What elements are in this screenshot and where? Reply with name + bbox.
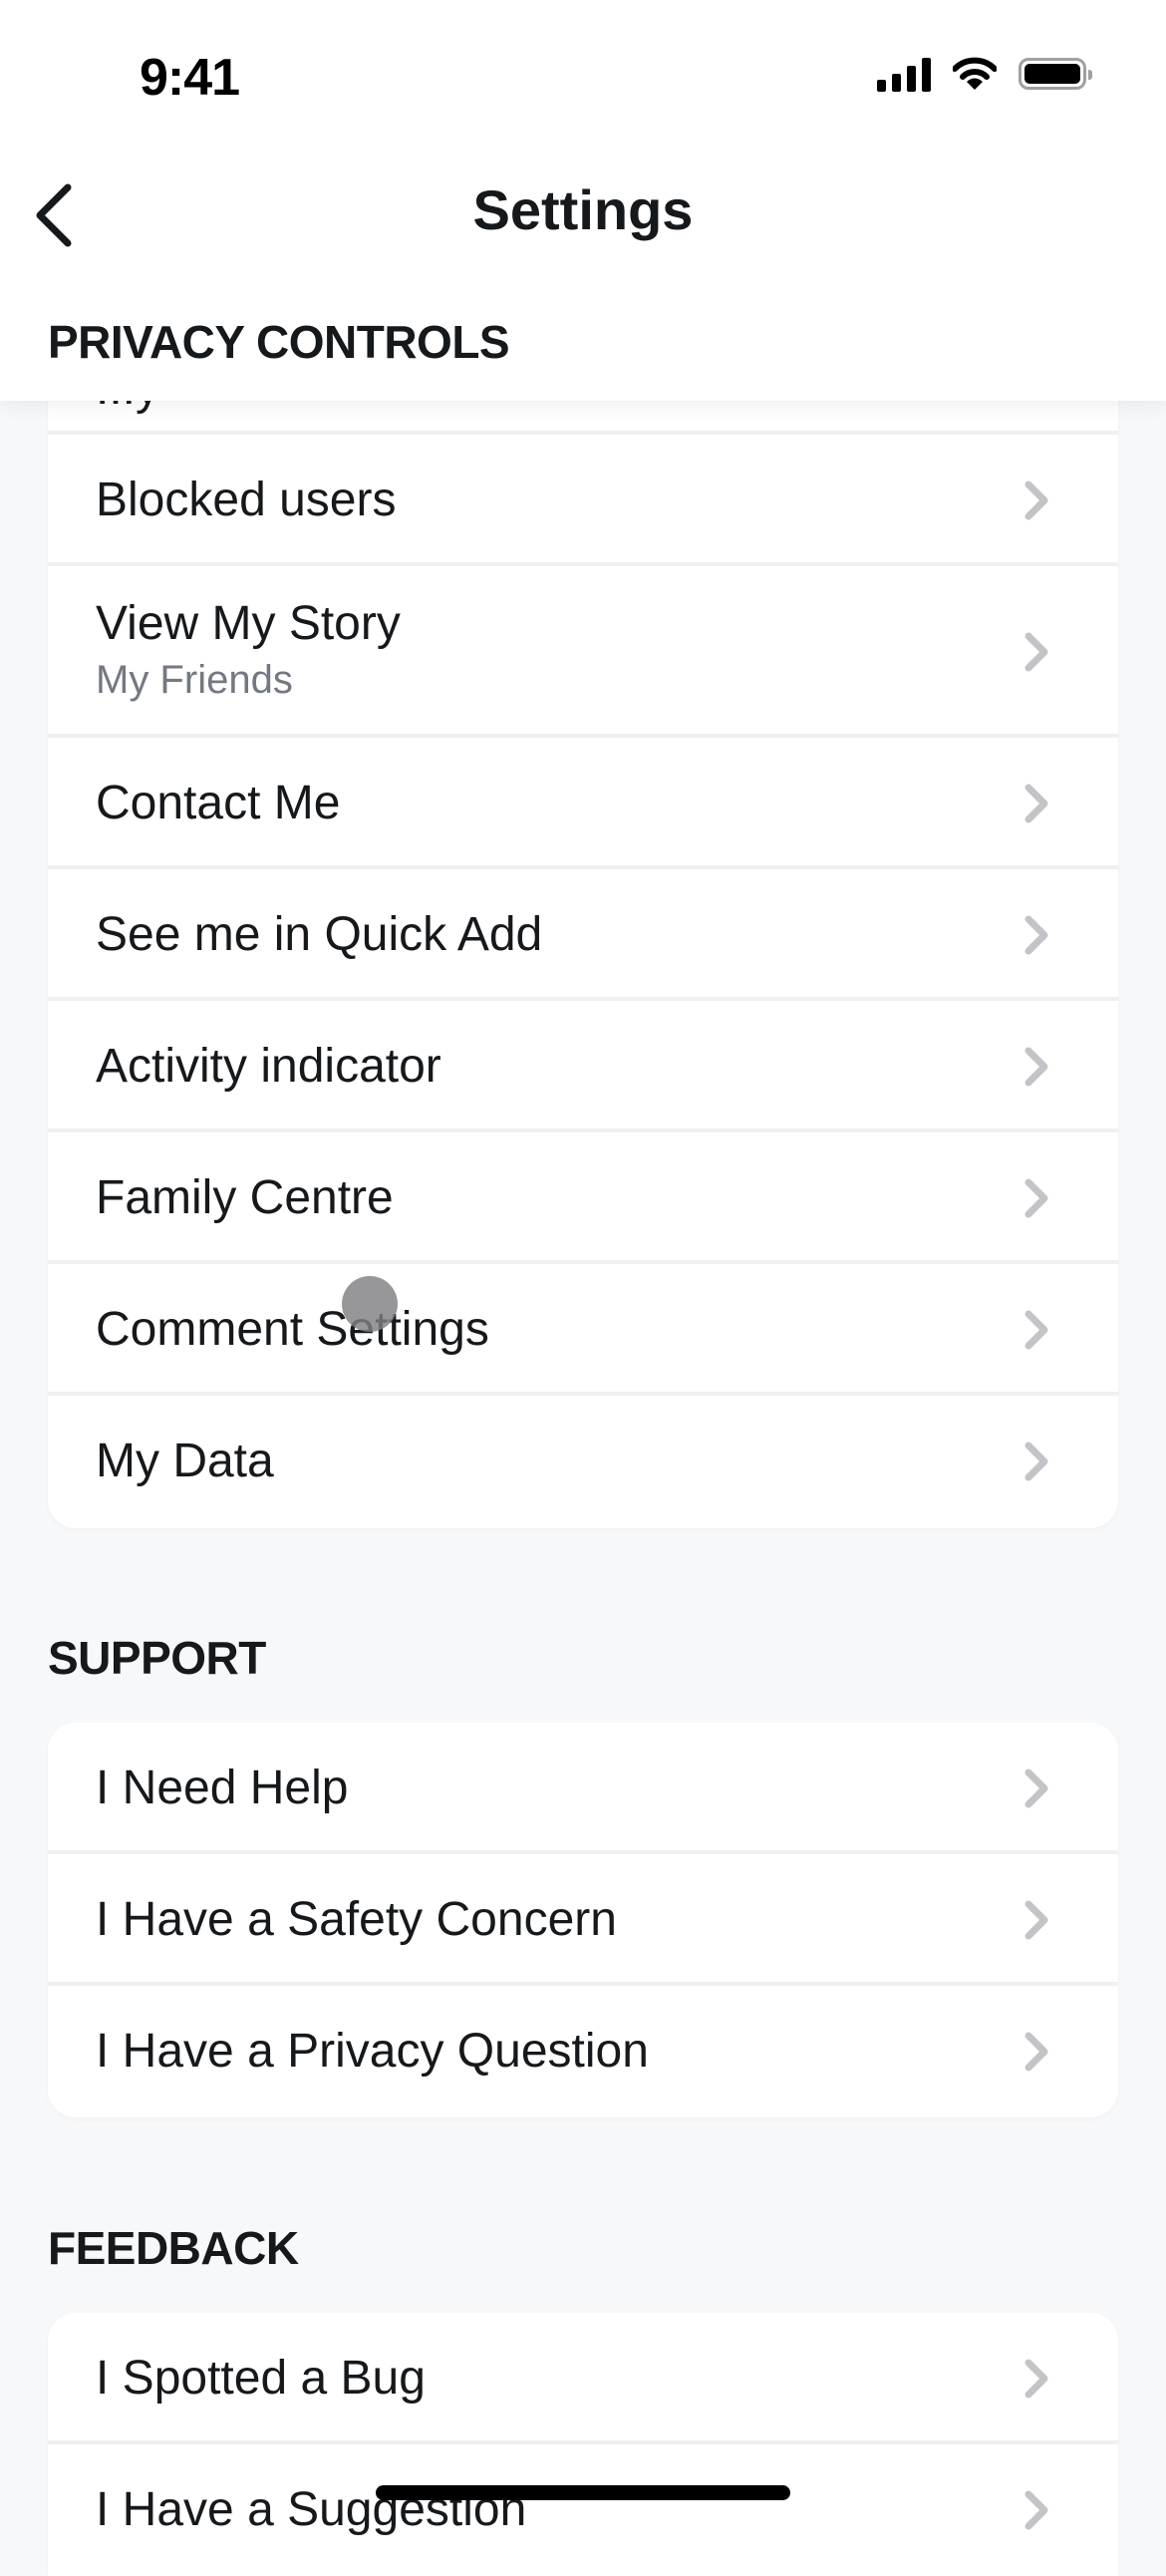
status-time: 9:41 [140, 49, 240, 107]
list-item-view-my-story[interactable]: View My Story My Friends [48, 566, 1118, 738]
list-item-family-centre[interactable]: Family Centre [48, 1132, 1118, 1264]
support-card: I Need Help I Have a Safety Concern I Ha… [48, 1723, 1118, 2117]
chevron-right-icon [1020, 1045, 1052, 1089]
chevron-right-icon [1020, 1767, 1052, 1810]
list-item-quick-add[interactable]: See me in Quick Add [48, 869, 1118, 1001]
nav-header: 9:41 Settings PRIVACY CONTROLS [0, 0, 1166, 401]
cellular-signal-icon [877, 56, 931, 92]
section-title-support: SUPPORT [48, 1632, 266, 1684]
list-item-label: See me in Quick Add [96, 908, 543, 961]
home-indicator[interactable] [376, 2485, 790, 2500]
list-item-label: Blocked users [96, 474, 397, 526]
list-item-label: I Spotted a Bug [96, 2352, 426, 2405]
chevron-right-icon [1020, 1898, 1052, 1942]
list-item-label: Activity indicator [96, 1040, 441, 1093]
list-item-label: Contact Me [96, 777, 341, 829]
feedback-card: I Spotted a Bug I Have a Suggestion [48, 2313, 1118, 2576]
chevron-right-icon [1020, 2488, 1052, 2532]
chevron-right-icon [1020, 1308, 1052, 1352]
chevron-right-icon [1020, 2357, 1052, 2401]
chevron-right-icon [1020, 1440, 1052, 1483]
list-item-contact-me[interactable]: Contact Me [48, 738, 1118, 869]
battery-icon [1019, 58, 1092, 90]
list-item-spotted-bug[interactable]: I Spotted a Bug [48, 2313, 1118, 2444]
list-item-label: I Need Help [96, 1762, 349, 1814]
wifi-icon [953, 57, 997, 90]
list-item-sublabel: My Friends [96, 658, 293, 702]
list-item-blocked-users[interactable]: Blocked users [48, 435, 1118, 566]
list-item-label: I Have a Privacy Question [96, 2025, 649, 2078]
list-item-label: My Data [96, 1435, 274, 1487]
list-item-suggestion[interactable]: I Have a Suggestion [48, 2444, 1118, 2576]
chevron-right-icon [1020, 782, 1052, 825]
list-item-comment-settings[interactable]: Comment Settings [48, 1264, 1118, 1396]
list-item-activity-indicator[interactable]: Activity indicator [48, 1001, 1118, 1132]
section-title-feedback: FEEDBACK [48, 2222, 299, 2274]
list-item-label: I Have a Safety Concern [96, 1893, 617, 1946]
list-item-label: View My Story [96, 597, 401, 650]
list-item-label: Comment Settings [96, 1303, 489, 1356]
list-item-label: Family Centre [96, 1171, 394, 1224]
list-item-safety-concern[interactable]: I Have a Safety Concern [48, 1854, 1118, 1986]
chevron-right-icon [1020, 1176, 1052, 1220]
list-item-privacy-question[interactable]: I Have a Privacy Question [48, 1986, 1118, 2117]
page-title: Settings [472, 178, 694, 241]
touch-indicator [342, 1276, 398, 1332]
chevron-right-icon [1020, 479, 1052, 522]
chevron-right-icon [1020, 913, 1052, 957]
chevron-right-icon [1020, 2030, 1052, 2074]
list-item-my-data[interactable]: My Data [48, 1396, 1118, 1528]
privacy-controls-card: ...y Blocked users View My Story My Frie… [48, 299, 1118, 1528]
section-title-privacy: PRIVACY CONTROLS [48, 316, 510, 368]
chevron-right-icon [1020, 630, 1052, 674]
list-item-need-help[interactable]: I Need Help [48, 1723, 1118, 1854]
status-icons [877, 56, 1092, 92]
